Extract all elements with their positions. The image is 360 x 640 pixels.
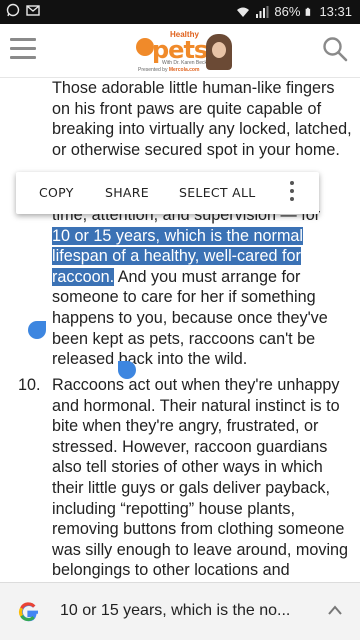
menu-icon[interactable] [10,38,36,60]
status-bar: 86% 13:31 [0,0,360,24]
selection-end-handle[interactable] [118,361,136,379]
select-all-button[interactable]: SELECT ALL [179,185,256,200]
article-paragraph-selected[interactable]: time, attention, and supervision — for 10… [52,205,352,370]
gmail-icon [26,5,40,16]
wifi-icon [237,7,250,17]
copy-button[interactable]: COPY [39,185,74,200]
share-button[interactable]: SHARE [105,185,149,200]
clock: 13:31 [319,4,352,19]
google-g-icon [18,602,38,622]
whatsapp-icon [6,3,20,17]
logo-subtitle: With Dr. Karen Becker [162,60,212,66]
chevron-up-icon[interactable] [328,605,342,615]
text-selection-toolbar: COPY SHARE SELECT ALL [16,172,319,214]
article-paragraph: Those adorable little human-like fingers… [52,79,352,159]
healthy-pets-logo[interactable]: Healthy pets With Dr. Karen Becker Prese… [136,30,236,74]
battery-percent: 86% [274,4,301,19]
selection-start-handle[interactable] [28,321,46,339]
search-icon[interactable] [322,36,348,62]
logo-powered-by: Presented by Mercola.com [138,67,200,73]
app-bar: Healthy pets With Dr. Karen Becker Prese… [0,24,360,78]
more-options-icon[interactable] [286,181,298,205]
google-search-bar[interactable]: 10 or 15 years, which is the no... [0,582,360,640]
article-content: Those adorable little human-like fingers… [0,78,360,582]
list-item-text: Raccoons act out when they're unhappy an… [52,376,349,580]
battery-icon [306,7,311,16]
google-query-text: 10 or 15 years, which is the no... [60,602,291,619]
list-item-number: 10. [18,376,41,394]
doctor-avatar [206,34,232,70]
signal-icon [256,5,269,18]
